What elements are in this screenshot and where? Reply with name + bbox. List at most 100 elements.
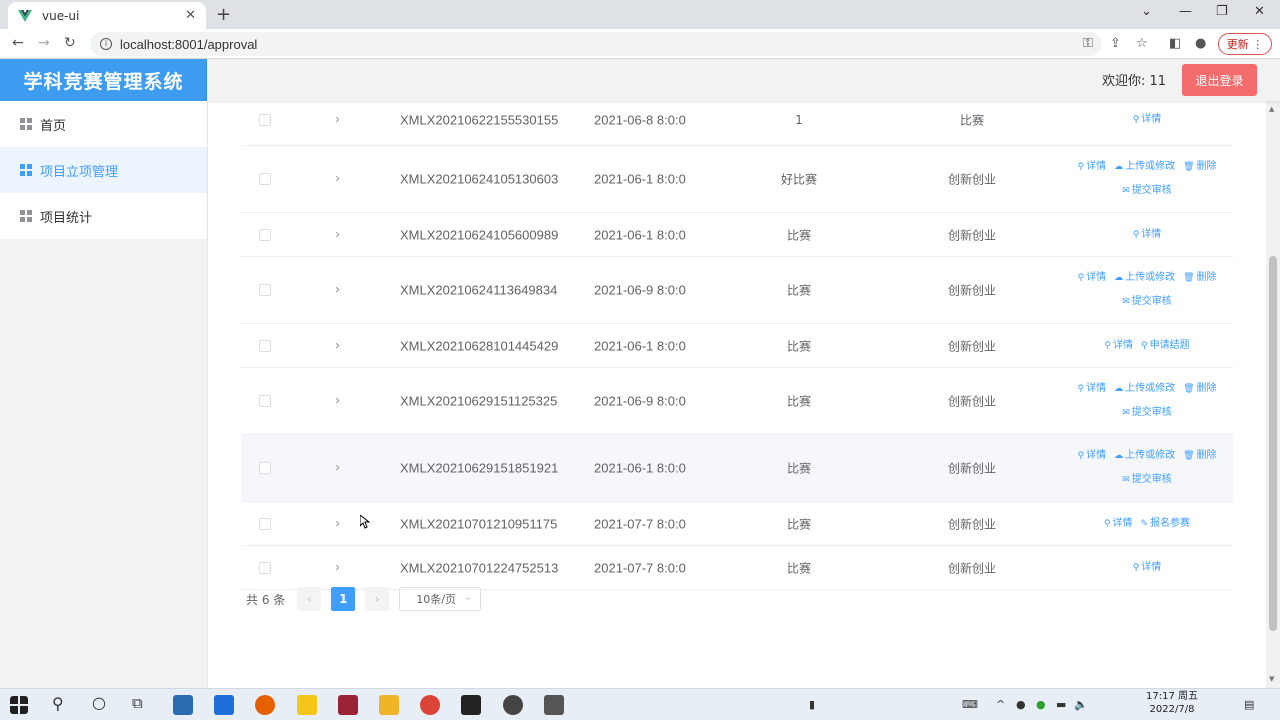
system-clock[interactable]: 17:17 周五 2022/7/8 — [1146, 690, 1198, 716]
expand-chevron-icon[interactable]: › — [335, 560, 340, 575]
url-field[interactable]: i localhost:8001/approval — [90, 32, 1102, 56]
detail-link[interactable]: ⚲ 详情 — [1077, 383, 1106, 394]
delete-link[interactable]: 🗑 删除 — [1183, 272, 1216, 283]
table-row[interactable]: › XMLX20210628101445429 2021-06-1 8:0:0 比赛 创… — [241, 324, 1233, 368]
scrollbar-thumb[interactable] — [1269, 256, 1277, 631]
site-info-icon[interactable]: i — [100, 38, 112, 50]
submit-review-link[interactable]: ✉ 提交审核 — [1122, 296, 1172, 307]
tab-search-icon[interactable]: ⌄ — [1141, 4, 1152, 19]
scroll-up-icon[interactable]: ▲ — [1269, 105, 1274, 113]
expand-chevron-icon[interactable]: › — [335, 461, 340, 476]
keyboard-icon[interactable]: ⌨ — [962, 698, 978, 711]
window-close-icon[interactable]: ✕ — [1254, 4, 1265, 19]
register-link[interactable]: ✎ 报名参赛 — [1141, 518, 1191, 529]
cortana-icon[interactable]: ○ — [92, 693, 106, 712]
volume-icon[interactable]: 🔈 — [1074, 698, 1088, 711]
delete-link[interactable]: 🗑 删除 — [1183, 450, 1216, 461]
row-checkbox[interactable] — [259, 228, 271, 241]
detail-link[interactable]: ⚲ 详情 — [1077, 272, 1106, 283]
table-row[interactable]: › XMLX20210629151125325 2021-06-9 8:0:0 比赛 创… — [241, 368, 1233, 435]
table-row[interactable]: › XMLX20210624105130603 2021-06-1 8:0:0 好比赛… — [241, 146, 1233, 213]
expand-chevron-icon[interactable]: › — [335, 516, 340, 531]
row-checkbox[interactable] — [259, 395, 271, 407]
prev-page-button[interactable]: ‹ — [297, 587, 322, 611]
sidebar-item-project-approval[interactable]: 项目立项管理 — [0, 147, 207, 193]
expand-chevron-icon[interactable]: › — [335, 338, 340, 353]
scroll-down-icon[interactable]: ▼ — [1269, 675, 1274, 683]
detail-link[interactable]: ⚲ 详情 — [1133, 114, 1162, 125]
next-page-button[interactable]: › — [365, 587, 390, 611]
side-panel-icon[interactable]: ◧ — [1169, 36, 1181, 51]
expand-chevron-icon[interactable]: › — [335, 172, 340, 187]
sidebar-item-statistics[interactable]: 项目统计 — [0, 193, 207, 239]
tray-app-icon[interactable]: ● — [1016, 698, 1026, 711]
minimize-icon[interactable]: — — [1179, 4, 1192, 19]
row-checkbox[interactable] — [259, 284, 271, 296]
firefox-icon[interactable] — [255, 695, 275, 715]
notes-icon[interactable] — [297, 695, 317, 715]
row-checkbox[interactable] — [259, 561, 271, 574]
upload-edit-link[interactable]: ☁ 上传或修改 — [1114, 450, 1175, 461]
app-icon-2[interactable] — [544, 695, 564, 715]
search-icon[interactable]: ⚲ — [52, 694, 64, 713]
terminal-icon[interactable] — [461, 695, 481, 715]
table-row[interactable]: › XMLX20210624113649834 2021-06-9 8:0:0 比赛 创… — [241, 257, 1233, 324]
detail-link[interactable]: ⚲ 详情 — [1077, 450, 1106, 461]
upload-edit-link[interactable]: ☁ 上传或修改 — [1114, 383, 1175, 394]
battery-icon[interactable]: ▮ — [809, 698, 815, 711]
app-icon[interactable] — [503, 695, 523, 715]
mail-icon[interactable] — [214, 695, 234, 715]
task-view-icon[interactable]: ⧉ — [132, 694, 143, 712]
bookmark-star-icon[interactable]: ☆ — [1136, 36, 1148, 51]
row-checkbox[interactable] — [259, 517, 271, 530]
key-icon[interactable]: ⚿ — [1083, 36, 1093, 51]
logout-button[interactable]: 退出登录 — [1182, 64, 1257, 96]
submit-review-link[interactable]: ✉ 提交审核 — [1122, 407, 1172, 418]
expand-chevron-icon[interactable]: › — [335, 394, 340, 409]
submit-review-link[interactable]: ✉ 提交审核 — [1122, 185, 1172, 196]
browser-update-button[interactable]: 更新 ⋮ — [1218, 33, 1272, 55]
table-row[interactable]: › XMLX20210624105600989 2021-06-1 8:0:0 比赛 创… — [241, 213, 1233, 257]
delete-link[interactable]: 🗑 删除 — [1183, 383, 1216, 394]
table-row[interactable]: › XMLX20210701224752513 2021-07-7 8:0:0 比赛 创… — [241, 546, 1233, 590]
back-icon[interactable]: ← — [12, 35, 24, 51]
expand-chevron-icon[interactable]: › — [335, 227, 340, 242]
tray-wechat-icon[interactable]: ● — [1036, 698, 1046, 711]
detail-link[interactable]: ⚲ 详情 — [1104, 518, 1133, 529]
page-size-select[interactable]: 10条/页 ⌄ — [399, 587, 482, 611]
detail-link[interactable]: ⚲ 详情 — [1104, 340, 1133, 351]
maximize-icon[interactable]: ❐ — [1216, 4, 1228, 19]
share-icon[interactable]: ⇪ — [1110, 36, 1121, 51]
reload-icon[interactable]: ↻ — [64, 35, 76, 51]
chrome-icon[interactable] — [420, 695, 440, 715]
table-row[interactable]: › XMLX20210701210951175 2021-07-7 8:0:0 比赛 创… — [241, 502, 1233, 546]
row-checkbox[interactable] — [259, 173, 271, 185]
upload-edit-link[interactable]: ☁ 上传或修改 — [1114, 161, 1175, 172]
tray-expand-icon[interactable]: ^ — [996, 698, 1005, 711]
tab-close-icon[interactable]: ✕ — [185, 8, 196, 23]
windows-start-icon[interactable] — [10, 696, 28, 714]
sidebar-item-home[interactable]: 首页 — [0, 101, 207, 147]
detail-link[interactable]: ⚲ 详情 — [1077, 161, 1106, 172]
apply-close-link[interactable]: ⚲ 申请结题 — [1141, 340, 1190, 351]
detail-link[interactable]: ⚲ 详情 — [1133, 562, 1162, 573]
file-explorer-icon[interactable] — [379, 695, 399, 715]
submit-review-link[interactable]: ✉ 提交审核 — [1122, 474, 1172, 485]
upload-edit-link[interactable]: ☁ 上传或修改 — [1114, 272, 1175, 283]
profile-avatar-icon[interactable]: ● — [1195, 36, 1206, 51]
row-checkbox[interactable] — [259, 462, 271, 474]
notification-icon[interactable]: ▤ — [1244, 698, 1254, 711]
expand-chevron-icon[interactable]: › — [335, 283, 340, 298]
network-icon[interactable]: ▬ — [1056, 698, 1066, 711]
browser-tab[interactable]: vue-ui ✕ — [8, 2, 206, 29]
ide-icon[interactable] — [338, 695, 358, 715]
new-tab-icon[interactable]: + — [216, 4, 231, 25]
row-checkbox[interactable] — [259, 113, 271, 126]
table-row[interactable]: › XMLX20210629151851921 2021-06-1 8:0:0 比赛 创… — [241, 435, 1233, 502]
vertical-scrollbar[interactable]: ▲ ▼ — [1266, 101, 1280, 688]
table-row[interactable]: › XMLX20210622155530155 2021-06-8 8:0:0 1 比赛… — [241, 101, 1233, 146]
store-icon[interactable] — [173, 695, 193, 715]
delete-link[interactable]: 🗑 删除 — [1183, 161, 1216, 172]
detail-link[interactable]: ⚲ 详情 — [1133, 229, 1162, 240]
expand-chevron-icon[interactable]: › — [335, 112, 340, 127]
